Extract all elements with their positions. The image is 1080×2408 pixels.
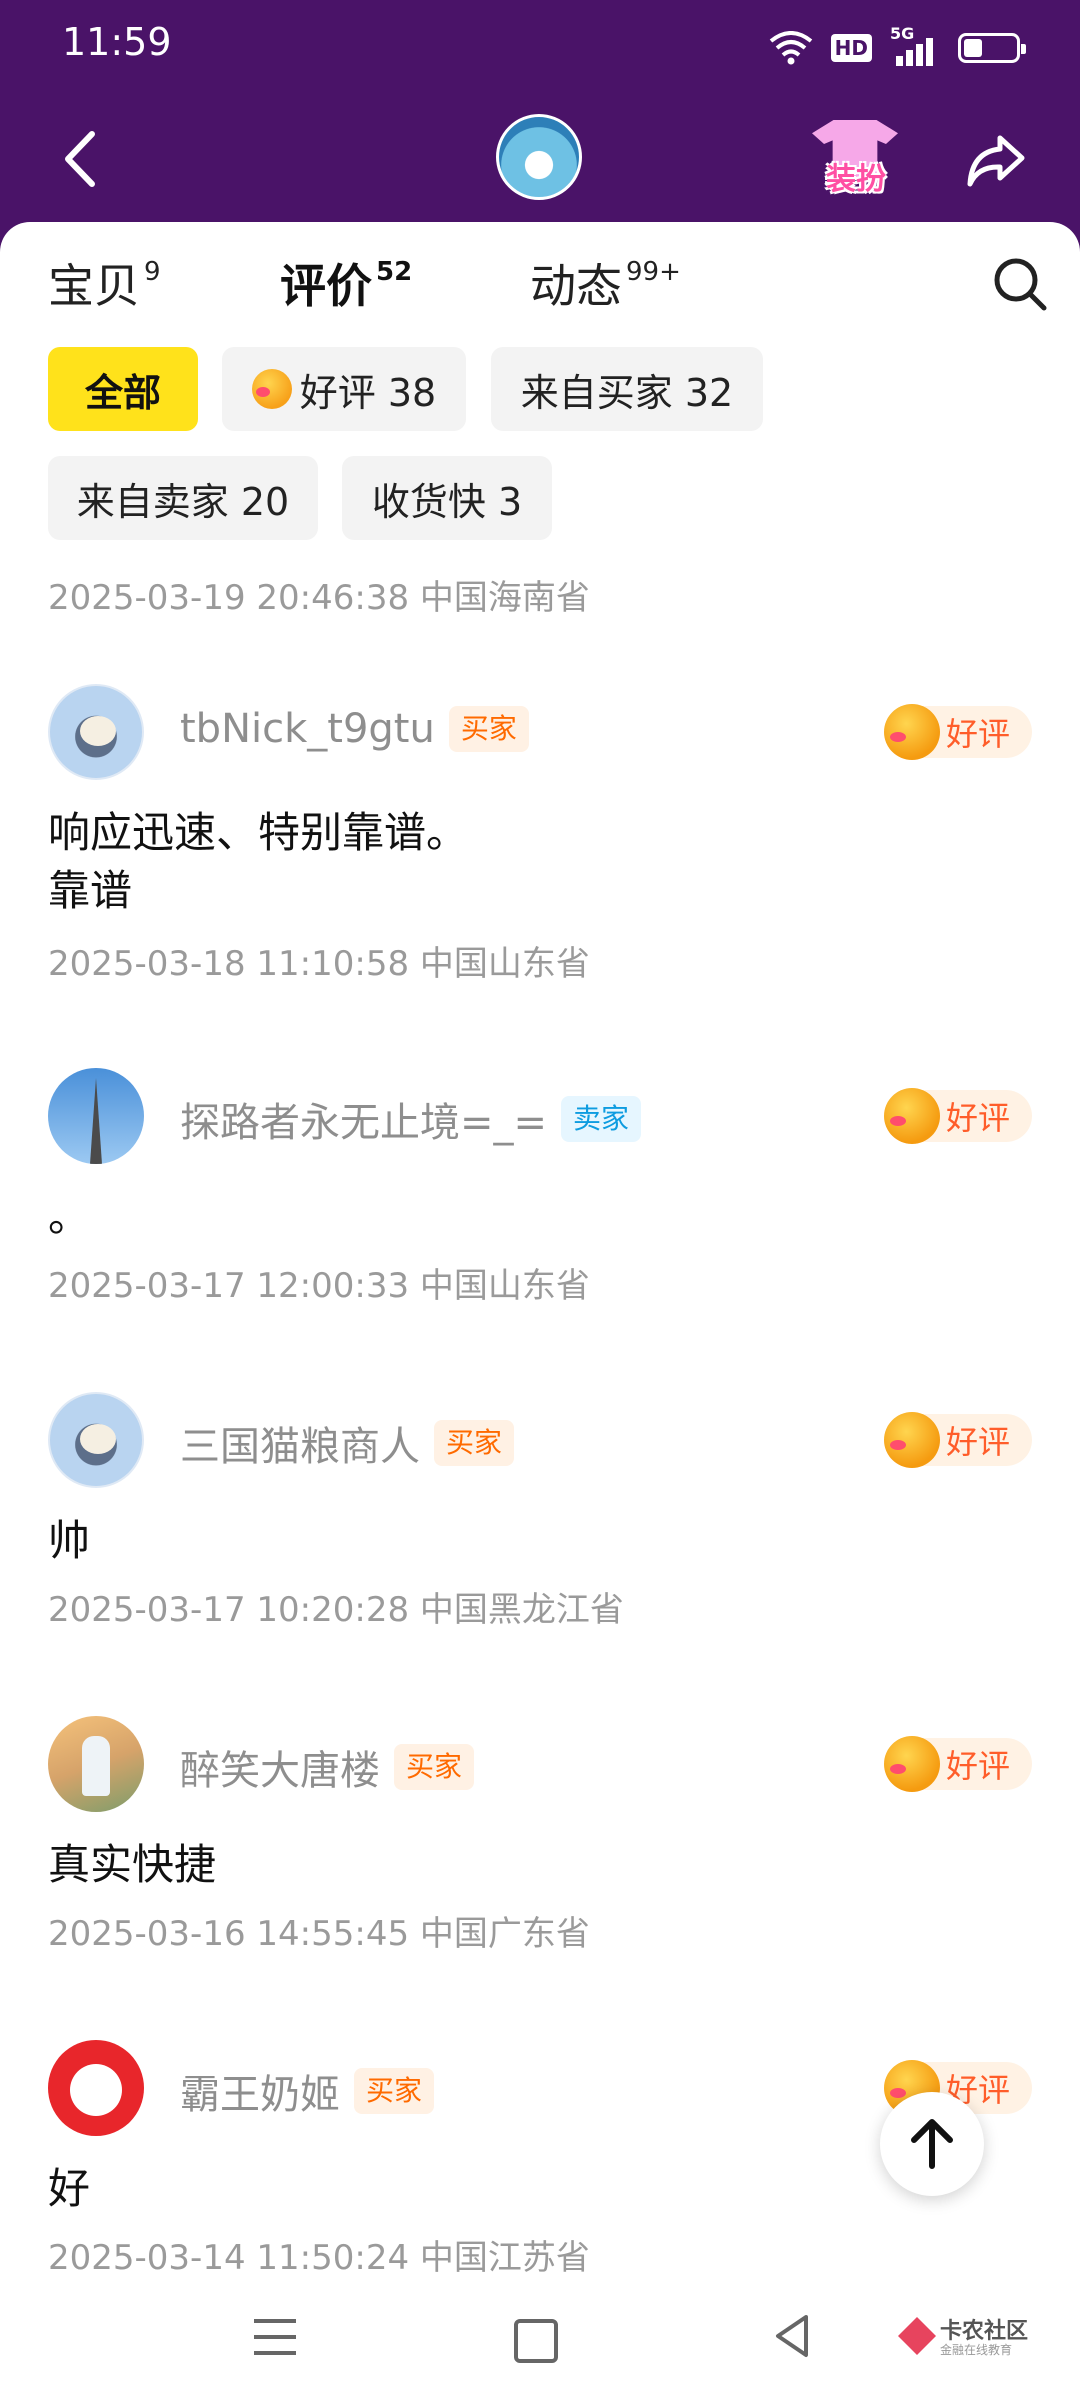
review-comment-line: 真实快捷: [48, 1840, 217, 1889]
reviewer-row: 霸王奶姬 买家: [180, 2062, 435, 2120]
review-comment-line: 好: [48, 2164, 91, 2213]
filter-fast-delivery[interactable]: 收货快 3: [342, 456, 552, 540]
tab-products-count: 9: [144, 257, 161, 287]
watermark: 卡农社区 金融在线教育: [898, 2309, 1048, 2369]
signal-icon: 5G: [890, 24, 940, 66]
filter-all-label: 全部: [84, 370, 161, 415]
back-to-top-button[interactable]: [880, 2092, 984, 2196]
tab-reviews[interactable]: 评价 52: [280, 250, 412, 316]
dress-up-label: 装扮: [826, 162, 886, 197]
role-badge: 买家: [434, 1420, 515, 1466]
hd-icon: HD: [830, 34, 872, 62]
kiss-face-icon: [884, 704, 940, 760]
role-badge: 卖家: [561, 1096, 642, 1142]
filter-from-seller-label: 来自卖家 20: [76, 479, 290, 524]
tab-bar: 宝贝 9 评价 52 动态 99+: [0, 222, 1080, 332]
back-arrow-icon[interactable]: [52, 124, 112, 194]
reviewer-name[interactable]: 三国猫粮商人: [180, 1414, 420, 1472]
filter-all[interactable]: 全部: [48, 347, 198, 431]
kiss-face-icon: [884, 1412, 940, 1468]
filter-from-seller[interactable]: 来自卖家 20: [48, 456, 318, 540]
avatar[interactable]: [48, 2040, 144, 2136]
battery-level: [964, 39, 982, 57]
review-meta: 2025-03-17 12:00:33 中国山东省: [48, 1266, 590, 1306]
shop-header: 装扮: [0, 100, 1080, 222]
avatar[interactable]: [48, 684, 144, 780]
watermark-subtitle: 金融在线教育: [940, 2343, 1013, 2357]
tab-reviews-count: 52: [376, 257, 413, 287]
content-sheet: 宝贝 9 评价 52 动态 99+ 全部 好评 38 来自买家 32 来自卖家 20 …: [0, 222, 1080, 2408]
review-comment: 好: [48, 2160, 90, 2218]
status-bar: 11:59 HD 5G: [0, 0, 1080, 100]
rating-badge: 好评: [884, 1412, 1032, 1468]
avatar[interactable]: [48, 1068, 144, 1164]
shop-avatar[interactable]: [496, 114, 582, 200]
watermark-logo-icon: [898, 2317, 936, 2355]
review-comment-line: 帅: [48, 1516, 91, 1565]
avatar[interactable]: [48, 1716, 144, 1812]
tab-moments-count: 99+: [626, 257, 681, 287]
arrow-up-icon: [911, 2119, 953, 2169]
review-comment: 响应迅速、特别靠谱。 靠谱: [48, 804, 468, 920]
role-badge: 买家: [354, 2068, 435, 2114]
kiss-face-icon: [884, 1088, 940, 1144]
share-icon[interactable]: [962, 124, 1032, 194]
review-comment-line: 响应迅速、特别靠谱。: [48, 808, 469, 857]
reviewer-row: 醉笑大唐楼 买家: [180, 1738, 475, 1796]
battery-icon: [958, 33, 1026, 63]
reviewer-name[interactable]: 霸王奶姬: [180, 2062, 340, 2120]
wifi-icon: [769, 31, 812, 65]
review-meta-previous: 2025-03-19 20:46:38 中国海南省: [48, 578, 590, 618]
tab-reviews-label: 评价: [280, 259, 372, 313]
tab-moments-label: 动态: [530, 259, 622, 313]
filter-from-buyer[interactable]: 来自买家 32: [491, 347, 763, 431]
reviewer-row: 探路者永无止境=_= 卖家: [180, 1090, 642, 1148]
review-comment: 真实快捷: [48, 1836, 216, 1894]
rating-label: 好评: [946, 1747, 1011, 1785]
review-comment-line: 。: [48, 1192, 91, 1241]
tab-moments[interactable]: 动态 99+: [530, 250, 681, 316]
status-time: 11:59: [62, 20, 172, 64]
status-icons: HD 5G: [769, 24, 1026, 68]
nav-back-icon[interactable]: [772, 2313, 812, 2359]
filter-positive-label: 好评 38: [299, 370, 437, 415]
reviewer-name[interactable]: 醉笑大唐楼: [180, 1738, 380, 1796]
dress-up-button[interactable]: 装扮: [812, 114, 898, 200]
reviewer-row: 三国猫粮商人 买家: [180, 1414, 515, 1472]
review-comment: 。: [48, 1188, 90, 1246]
rating-badge: 好评: [884, 704, 1032, 760]
review-comment: 帅: [48, 1512, 90, 1570]
tab-products[interactable]: 宝贝 9: [48, 250, 161, 316]
role-badge: 买家: [394, 1744, 475, 1790]
rating-label: 好评: [946, 1423, 1011, 1461]
kiss-face-icon: [884, 1736, 940, 1792]
menu-icon[interactable]: [254, 2319, 296, 2359]
review-meta: 2025-03-14 11:50:24 中国江苏省: [48, 2238, 590, 2278]
review-meta: 2025-03-16 14:55:45 中国广东省: [48, 1914, 590, 1954]
reviewer-row: tbNick_t9gtu 买家: [180, 706, 529, 752]
review-comment-line: 靠谱: [48, 866, 133, 915]
rating-label: 好评: [946, 715, 1011, 753]
filter-fast-delivery-label: 收货快 3: [371, 479, 523, 524]
home-icon[interactable]: [514, 2319, 558, 2363]
search-icon[interactable]: [992, 256, 1048, 312]
system-nav-bar: 卡农社区 金融在线教育: [0, 2275, 1080, 2408]
rating-badge: 好评: [884, 1088, 1032, 1144]
tab-products-label: 宝贝: [48, 259, 140, 313]
reviewer-name[interactable]: 探路者永无止境=_=: [180, 1090, 547, 1148]
review-meta: 2025-03-18 11:10:58 中国山东省: [48, 944, 590, 984]
rating-badge: 好评: [884, 1736, 1032, 1792]
review-meta: 2025-03-17 10:20:28 中国黑龙江省: [48, 1590, 624, 1630]
filter-positive[interactable]: 好评 38: [222, 347, 466, 431]
role-badge: 买家: [448, 706, 529, 752]
rating-label: 好评: [946, 1099, 1011, 1137]
kiss-face-icon: [251, 369, 292, 409]
avatar[interactable]: [48, 1392, 144, 1488]
reviewer-name[interactable]: tbNick_t9gtu: [180, 706, 435, 752]
filter-from-buyer-label: 来自买家 32: [520, 370, 734, 415]
